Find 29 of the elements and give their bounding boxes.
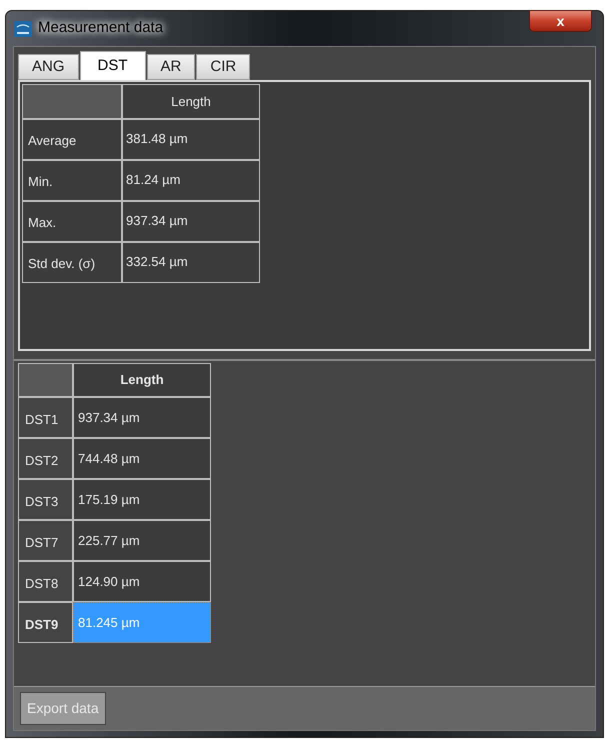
row-header: DST1 [18,397,73,438]
row-header: DST3 [18,479,73,520]
window-title: Measurement data [38,18,164,38]
table-cell: 81.24 µm [122,160,260,201]
column-header: Length [122,84,260,119]
close-button[interactable]: x [529,10,592,32]
row-header: DST8 [18,561,73,602]
tab[interactable]: CIR [196,54,250,80]
column-header: Length [73,363,211,397]
header-corner [18,363,73,397]
row-header: DST2 [18,438,73,479]
row-header: Average [22,119,122,160]
tab[interactable]: AR [146,54,196,80]
tab[interactable]: DST [80,51,146,80]
table-cell[interactable]: 175.19 µm [73,479,211,520]
table-cell: 332.54 µm [122,242,260,283]
tab[interactable]: ANG [18,54,79,80]
row-header: DST7 [18,520,73,561]
row-header: Std dev. (σ) [22,242,122,283]
table-cell[interactable]: 937.34 µm [73,397,211,438]
row-header: Min. [22,160,122,201]
app-icon [14,20,32,36]
table-cell[interactable]: 124.90 µm [73,561,211,602]
table-cell: 937.34 µm [122,201,260,242]
table-cell[interactable]: 225.77 µm [73,520,211,561]
table-cell[interactable]: 744.48 µm [73,438,211,479]
table-cell: 381.48 µm [122,119,260,160]
row-header: Max. [22,201,122,242]
row-header: DST9 [18,602,73,643]
